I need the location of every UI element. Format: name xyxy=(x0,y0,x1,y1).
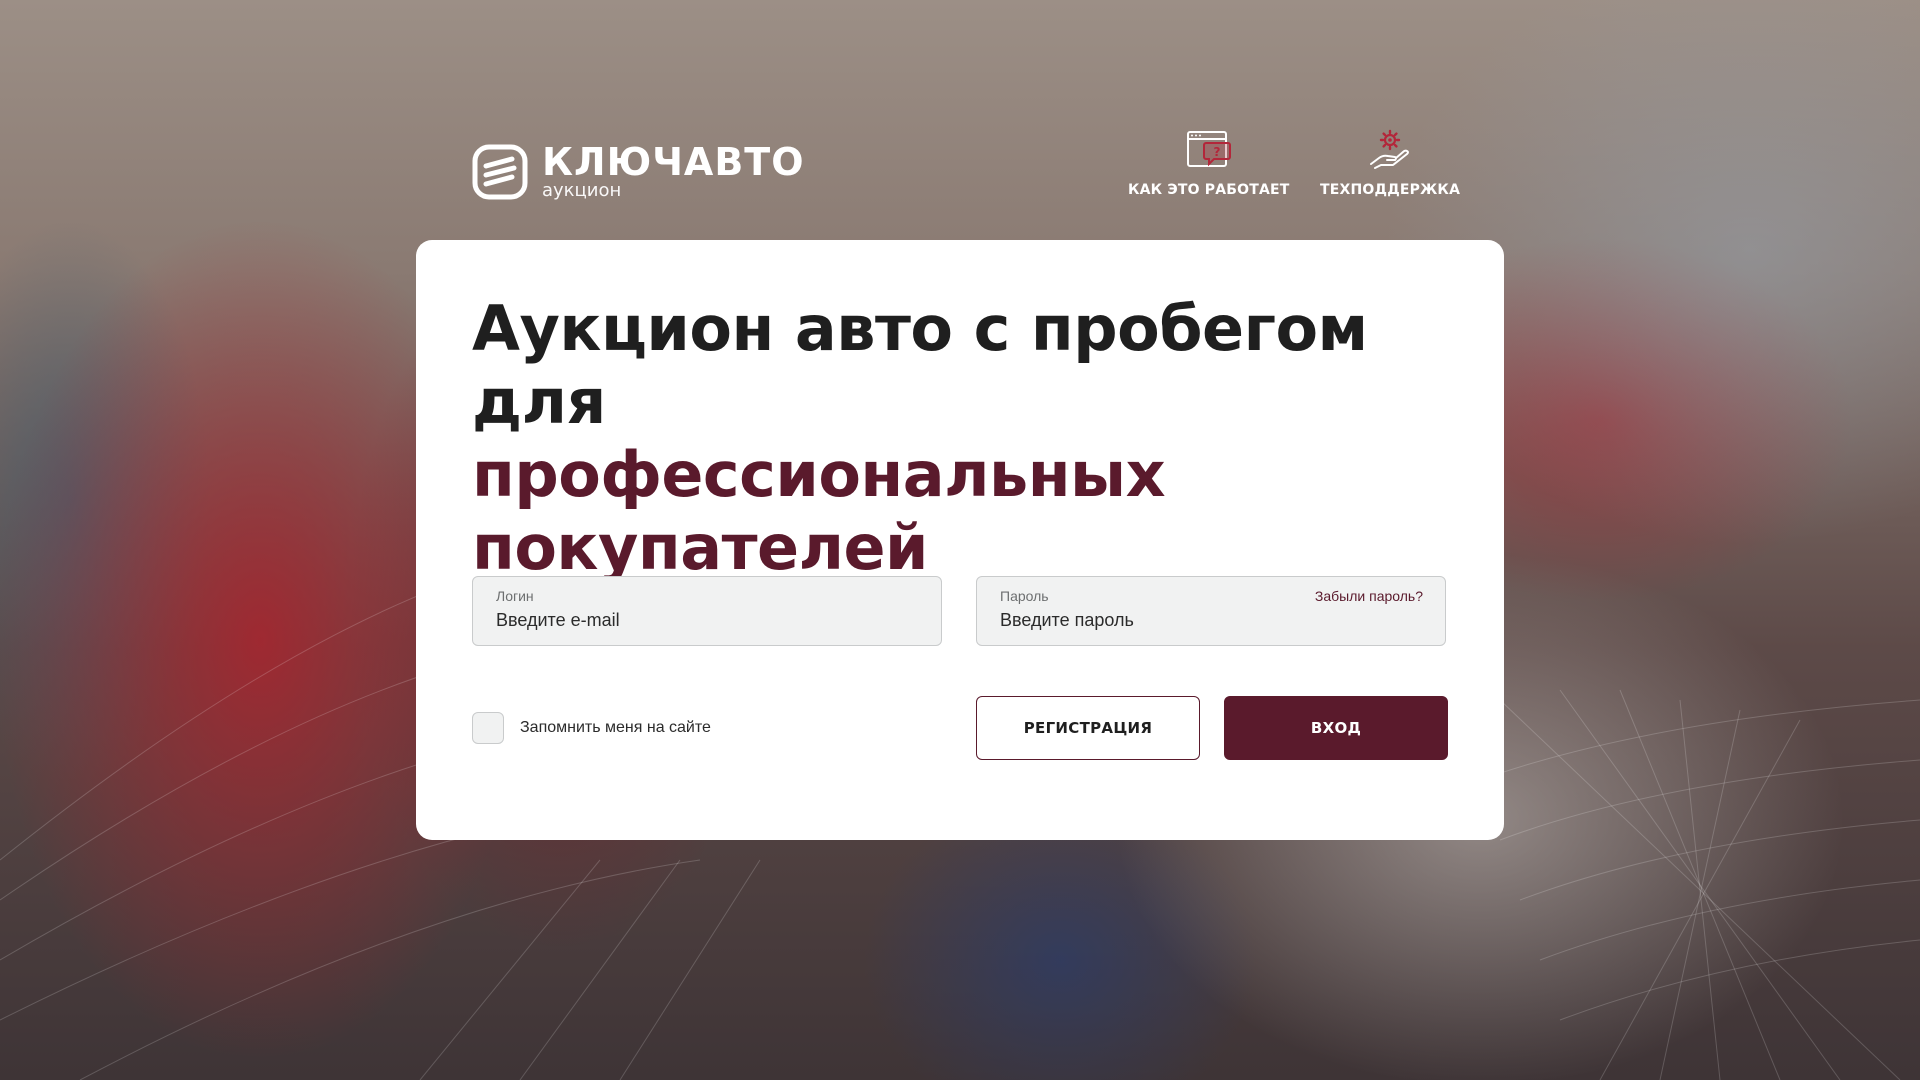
login-label: Логин xyxy=(496,588,534,604)
email-input[interactable] xyxy=(496,610,916,631)
svg-text:?: ? xyxy=(1213,145,1220,159)
login-card: Аукцион авто с пробегом для профессионал… xyxy=(416,240,1504,840)
page-title: Аукцион авто с пробегом для профессионал… xyxy=(472,292,1472,584)
nav-support-label: ТЕХПОДДЕРЖКА xyxy=(1320,182,1461,198)
remember-me-checkbox[interactable] xyxy=(472,712,504,744)
nav-how-it-works-label: КАК ЭТО РАБОТАЕТ xyxy=(1128,182,1290,198)
remember-me[interactable]: Запомнить меня на сайте xyxy=(472,712,711,744)
brand-logo[interactable]: КЛЮЧАВТО аукцион xyxy=(472,143,805,201)
password-label: Пароль xyxy=(1000,588,1049,604)
login-field[interactable]: Логин xyxy=(472,576,942,646)
register-button[interactable]: РЕГИСТРАЦИЯ xyxy=(976,696,1200,760)
forgot-password-link[interactable]: Забыли пароль? xyxy=(1315,588,1423,604)
nav-how-it-works[interactable]: ? КАК ЭТО РАБОТАЕТ xyxy=(1128,128,1290,198)
title-line-2: профессиональных xyxy=(472,438,1166,511)
title-line-1: Аукцион авто с пробегом для xyxy=(472,292,1368,438)
remember-me-label: Запомнить меня на сайте xyxy=(520,719,711,736)
nav-support[interactable]: ТЕХПОДДЕРЖКА xyxy=(1320,128,1460,198)
login-button[interactable]: ВХОД xyxy=(1224,696,1448,760)
password-input[interactable] xyxy=(1000,610,1420,631)
browser-question-icon: ? xyxy=(1186,131,1231,167)
title-line-3: покупателей xyxy=(472,511,929,584)
hand-gear-icon xyxy=(1370,129,1410,169)
brand-name: КЛЮЧАВТО xyxy=(542,140,805,184)
brand-subtitle: аукцион xyxy=(542,180,622,201)
password-field[interactable]: Пароль Забыли пароль? xyxy=(976,576,1446,646)
logo-icon xyxy=(472,144,528,200)
